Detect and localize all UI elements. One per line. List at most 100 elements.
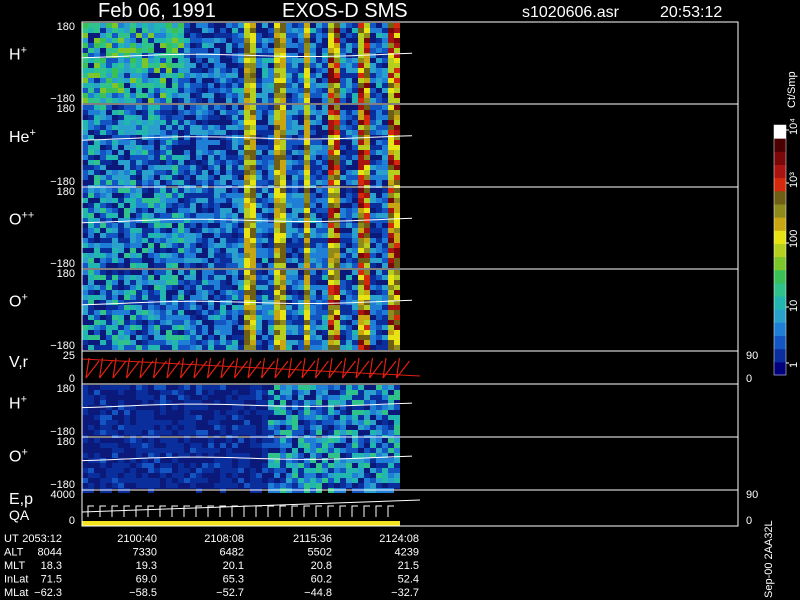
spectrogram-cell: [340, 43, 346, 48]
spectrogram-cell: [94, 98, 100, 103]
spectrogram-cell: [388, 198, 394, 203]
spectrogram-cell: [298, 385, 304, 390]
spectrogram-cell: [148, 415, 154, 420]
spectrogram-cell: [268, 478, 274, 483]
spectrogram-cell: [136, 180, 142, 185]
spectrogram-cell: [82, 468, 88, 473]
spectrogram-cell: [148, 420, 154, 425]
spectrogram-cell: [208, 420, 214, 425]
spectrogram-cell: [142, 263, 148, 268]
spectrogram-cell: [184, 38, 190, 43]
spectrogram-cell: [94, 253, 100, 258]
spectrogram-cell: [382, 405, 388, 410]
spectrogram-cell: [298, 438, 304, 443]
spectrogram-cell: [358, 238, 364, 243]
spectrogram-cell: [280, 253, 286, 258]
spectrogram-cell: [100, 165, 106, 170]
spectrogram-cell: [238, 93, 244, 98]
spectrogram-cell: [304, 443, 310, 448]
spectrogram-cell: [148, 120, 154, 125]
spectrogram-cell: [244, 43, 250, 48]
ephem-value: 2053:12: [22, 533, 62, 545]
spectrogram-cell: [358, 400, 364, 405]
spectrogram-6: [82, 438, 400, 493]
spectrogram-cell: [166, 285, 172, 290]
spectrogram-cell: [82, 253, 88, 258]
spectrogram-cell: [286, 43, 292, 48]
spectrogram-cell: [160, 420, 166, 425]
spectrogram-cell: [262, 290, 268, 295]
spectrogram-cell: [118, 160, 124, 165]
spectrogram-cell: [262, 105, 268, 110]
spectrogram-cell: [130, 320, 136, 325]
spectrogram-cell: [208, 203, 214, 208]
spectrogram-cell: [292, 175, 298, 180]
spectrogram-cell: [112, 330, 118, 335]
spectrogram-cell: [82, 295, 88, 300]
spectrogram-cell: [94, 63, 100, 68]
spectrogram-cell: [382, 430, 388, 435]
spectrogram-cell: [316, 170, 322, 175]
spectrogram-cell: [190, 270, 196, 275]
spectrogram-cell: [262, 483, 268, 488]
spectrogram-cell: [280, 263, 286, 268]
spectrogram-cell: [394, 145, 400, 150]
spectrogram-cell: [148, 310, 154, 315]
spectrogram-cell: [328, 160, 334, 165]
spectrogram-cell: [160, 73, 166, 78]
spectrogram-cell: [106, 208, 112, 213]
spectrogram-cell: [100, 68, 106, 73]
spectrogram-cell: [388, 258, 394, 263]
spectrogram-cell: [322, 325, 328, 330]
spectrogram-cell: [226, 73, 232, 78]
spectrogram-cell: [244, 458, 250, 463]
spectrogram-cell: [142, 73, 148, 78]
spectrogram-cell: [376, 290, 382, 295]
spectrogram-cell: [112, 345, 118, 350]
spectrogram-cell: [172, 175, 178, 180]
spectrogram-cell: [292, 228, 298, 233]
spectrogram-cell: [268, 48, 274, 53]
spectrogram-cell: [364, 140, 370, 145]
spectrogram-cell: [358, 23, 364, 28]
spectrogram-cell: [196, 88, 202, 93]
spectrogram-cell: [274, 165, 280, 170]
spectrogram-cell: [214, 170, 220, 175]
spectrogram-cell: [280, 58, 286, 63]
spectrogram-cell: [382, 305, 388, 310]
spectrogram-cell: [208, 105, 214, 110]
spectrogram-cell: [148, 83, 154, 88]
spectrogram-cell: [364, 243, 370, 248]
spectrogram-cell: [298, 443, 304, 448]
spectrogram-cell: [340, 325, 346, 330]
spectrogram-cell: [328, 315, 334, 320]
spectrogram-cell: [172, 93, 178, 98]
spectrogram-cell: [160, 110, 166, 115]
spectrogram-cell: [244, 193, 250, 198]
spectrogram-cell: [334, 98, 340, 103]
spectrogram-cell: [394, 38, 400, 43]
spectrogram-cell: [394, 253, 400, 258]
spectrogram-cell: [118, 93, 124, 98]
spectrogram-cell: [88, 228, 94, 233]
spectrogram-cell: [88, 78, 94, 83]
spectrogram-cell: [334, 73, 340, 78]
spectrogram-cell: [274, 425, 280, 430]
spectrogram-cell: [382, 83, 388, 88]
ephem-value: −62.3: [34, 587, 62, 599]
spectrogram-cell: [166, 145, 172, 150]
spectrogram-cell: [310, 325, 316, 330]
spectrogram-cell: [334, 270, 340, 275]
spectrogram-cell: [148, 150, 154, 155]
spectrogram-cell: [274, 453, 280, 458]
spectrogram-cell: [388, 223, 394, 228]
spectrogram-cell: [316, 443, 322, 448]
spectrogram-cell: [388, 115, 394, 120]
spectrogram-cell: [112, 175, 118, 180]
spectrogram-cell: [268, 243, 274, 248]
spectrogram-cell: [142, 170, 148, 175]
spectrogram-cell: [268, 105, 274, 110]
spectrogram-cell: [214, 88, 220, 93]
spectrogram-cell: [196, 473, 202, 478]
spectrogram-cell: [388, 63, 394, 68]
